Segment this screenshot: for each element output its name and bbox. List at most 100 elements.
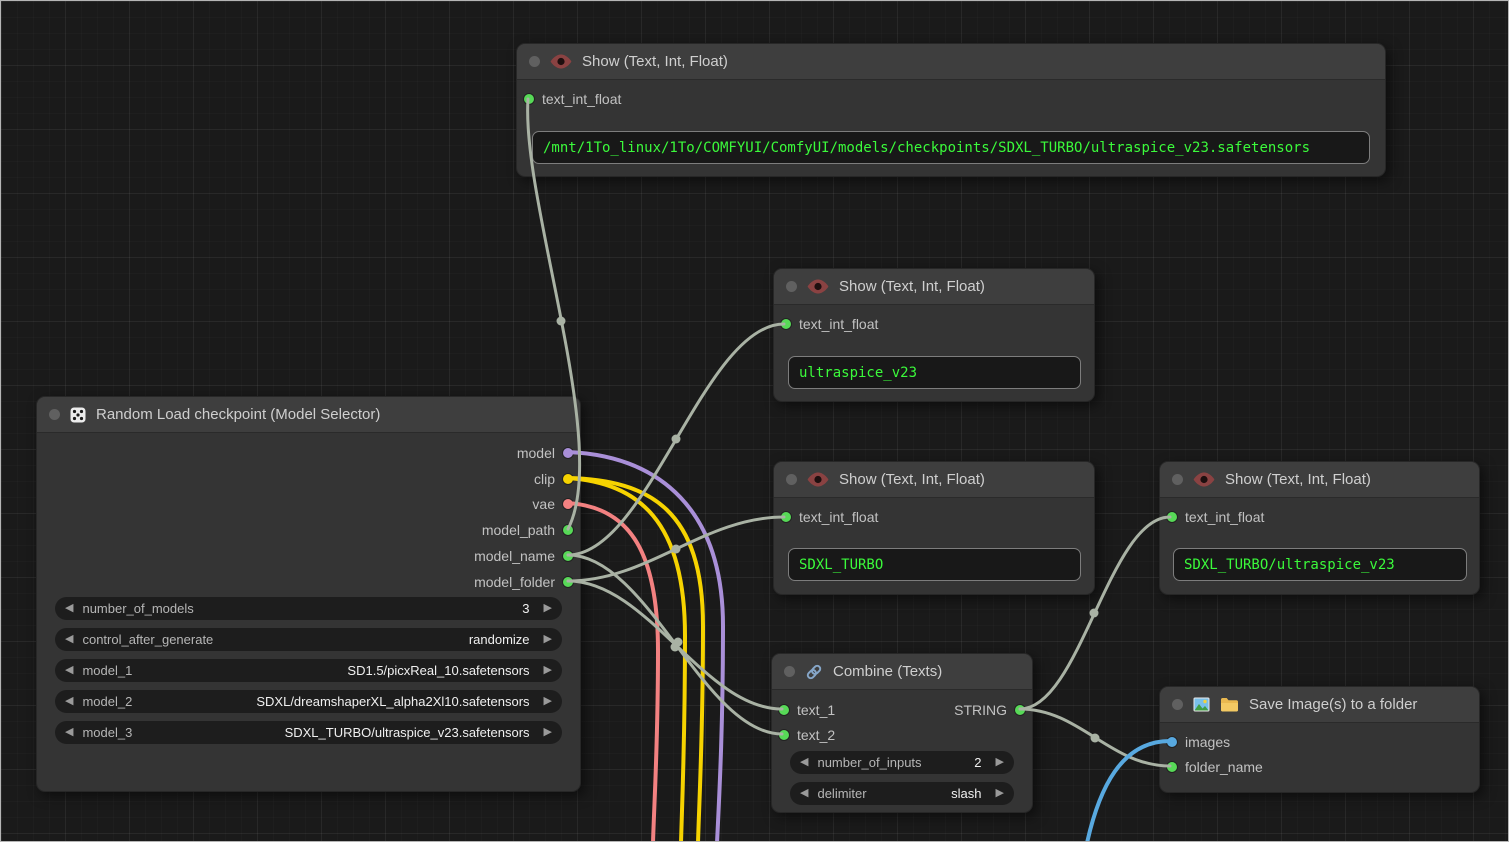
widget-label: delimiter	[817, 786, 866, 801]
input-port-dot-text1[interactable]	[779, 705, 789, 715]
input-label: text_int_float	[1185, 509, 1264, 525]
output-port-dot-model-folder[interactable]	[563, 577, 573, 587]
input-port-dot-images[interactable]	[1167, 737, 1177, 747]
increment-arrow[interactable]: ▶	[544, 665, 552, 676]
decrement-arrow[interactable]: ◀	[65, 634, 73, 645]
input-label: folder_name	[1185, 759, 1263, 775]
collapse-dot[interactable]	[1172, 474, 1183, 485]
widget-value: SDXL/dreamshaperXL_alpha2Xl10.safetensor…	[256, 694, 529, 709]
widget-model-3[interactable]: ◀ model_3 SDXL_TURBO/ultraspice_v23.safe…	[55, 721, 562, 744]
node-show-combined[interactable]: Show (Text, Int, Float) text_int_float S…	[1159, 461, 1480, 595]
collapse-dot[interactable]	[786, 474, 797, 485]
folder-icon	[1220, 697, 1239, 712]
node-show-model-path[interactable]: Show (Text, Int, Float) text_int_float /…	[516, 43, 1386, 177]
wire-model	[568, 452, 723, 842]
input-slot-text1: text_1	[779, 699, 835, 721]
input-slot: text_int_float	[781, 313, 878, 335]
collapse-dot[interactable]	[784, 666, 795, 677]
node-random-load-checkpoint[interactable]: Random Load checkpoint (Model Selector) …	[36, 396, 581, 792]
wire-string-foldername	[1020, 709, 1170, 766]
widget-number-of-models[interactable]: ◀ number_of_models 3 ▶	[55, 597, 562, 620]
output-label: vae	[532, 496, 555, 512]
node-title: Show (Text, Int, Float)	[582, 53, 728, 70]
input-port-dot-text2[interactable]	[779, 730, 789, 740]
decrement-arrow[interactable]: ◀	[65, 696, 73, 707]
output-port-dot-string[interactable]	[1015, 705, 1025, 715]
increment-arrow[interactable]: ▶	[996, 757, 1004, 768]
link-midpoint-dot	[671, 643, 680, 652]
input-slot: text_int_float	[781, 506, 878, 528]
eye-icon	[807, 279, 829, 294]
output-slot-model-name: model_name	[474, 545, 573, 567]
output-port-dot-clip[interactable]	[563, 474, 573, 484]
wire-images	[1087, 741, 1170, 842]
input-port-dot[interactable]	[781, 512, 791, 522]
increment-arrow[interactable]: ▶	[996, 788, 1004, 799]
output-label: model	[517, 445, 555, 461]
node-header[interactable]: Show (Text, Int, Float)	[517, 44, 1385, 80]
wire-modelfolder-showfolder	[568, 517, 784, 581]
decrement-arrow[interactable]: ◀	[65, 665, 73, 676]
dice-icon	[70, 407, 86, 423]
wire-modelname-combine-text2	[568, 555, 782, 734]
input-slot: text_int_float	[524, 88, 621, 110]
node-header[interactable]: Random Load checkpoint (Model Selector)	[37, 397, 580, 433]
input-label: text_1	[797, 702, 835, 718]
input-label: text_int_float	[799, 316, 878, 332]
node-show-model-folder[interactable]: Show (Text, Int, Float) text_int_float S…	[773, 461, 1095, 595]
output-port-dot-vae[interactable]	[563, 499, 573, 509]
node-save-images-folder[interactable]: Save Image(s) to a folder images folder_…	[1159, 686, 1480, 793]
node-graph-canvas[interactable]: Show (Text, Int, Float) text_int_float /…	[0, 0, 1509, 842]
node-header[interactable]: Show (Text, Int, Float)	[1160, 462, 1479, 498]
node-combine-texts[interactable]: Combine (Texts) text_1 STRING text_2 ◀ n…	[771, 653, 1033, 813]
link-midpoint-dot	[1091, 734, 1100, 743]
text-display[interactable]: SDXL_TURBO/ultraspice_v23	[1173, 548, 1467, 581]
node-header[interactable]: Show (Text, Int, Float)	[774, 269, 1094, 305]
input-port-dot[interactable]	[781, 319, 791, 329]
node-header[interactable]: Combine (Texts)	[772, 654, 1032, 690]
widget-label: model_1	[82, 663, 132, 678]
increment-arrow[interactable]: ▶	[544, 727, 552, 738]
widget-delimiter[interactable]: ◀ delimiter slash ▶	[790, 782, 1014, 805]
input-port-dot[interactable]	[1167, 512, 1177, 522]
text-display[interactable]: SDXL_TURBO	[788, 548, 1081, 581]
text-display[interactable]: /mnt/1To_linux/1To/COMFYUI/ComfyUI/model…	[532, 131, 1370, 164]
collapse-dot[interactable]	[529, 56, 540, 67]
node-header[interactable]: Save Image(s) to a folder	[1160, 687, 1479, 723]
node-title: Save Image(s) to a folder	[1249, 696, 1417, 713]
decrement-arrow[interactable]: ◀	[65, 727, 73, 738]
output-slot-model: model	[517, 442, 573, 464]
link-midpoint-dot	[557, 317, 566, 326]
output-label: model_folder	[474, 574, 555, 590]
output-port-dot-model[interactable]	[563, 448, 573, 458]
decrement-arrow[interactable]: ◀	[65, 603, 73, 614]
input-slot-images: images	[1167, 731, 1230, 753]
input-port-dot[interactable]	[524, 94, 534, 104]
eye-icon	[1193, 472, 1215, 487]
increment-arrow[interactable]: ▶	[544, 603, 552, 614]
widget-control-after-generate[interactable]: ◀ control_after_generate randomize ▶	[55, 628, 562, 651]
output-label: model_path	[482, 522, 555, 538]
eye-icon	[807, 472, 829, 487]
output-port-dot-model-name[interactable]	[563, 551, 573, 561]
output-port-dot-model-path[interactable]	[563, 525, 573, 535]
wire-clip-a	[568, 478, 703, 842]
text-display[interactable]: ultraspice_v23	[788, 356, 1081, 389]
link-midpoint-dot	[674, 638, 683, 647]
collapse-dot[interactable]	[1172, 699, 1183, 710]
input-port-dot-folder-name[interactable]	[1167, 762, 1177, 772]
link-midpoint-dot	[1090, 609, 1099, 618]
widget-number-of-inputs[interactable]: ◀ number_of_inputs 2 ▶	[790, 751, 1014, 774]
collapse-dot[interactable]	[49, 409, 60, 420]
widget-model-1[interactable]: ◀ model_1 SD1.5/picxReal_10.safetensors …	[55, 659, 562, 682]
increment-arrow[interactable]: ▶	[544, 634, 552, 645]
decrement-arrow[interactable]: ◀	[800, 757, 808, 768]
output-label: model_name	[474, 548, 555, 564]
increment-arrow[interactable]: ▶	[544, 696, 552, 707]
collapse-dot[interactable]	[786, 281, 797, 292]
output-slot-clip: clip	[534, 468, 573, 490]
decrement-arrow[interactable]: ◀	[800, 788, 808, 799]
node-header[interactable]: Show (Text, Int, Float)	[774, 462, 1094, 498]
node-show-model-name[interactable]: Show (Text, Int, Float) text_int_float u…	[773, 268, 1095, 402]
widget-model-2[interactable]: ◀ model_2 SDXL/dreamshaperXL_alpha2Xl10.…	[55, 690, 562, 713]
